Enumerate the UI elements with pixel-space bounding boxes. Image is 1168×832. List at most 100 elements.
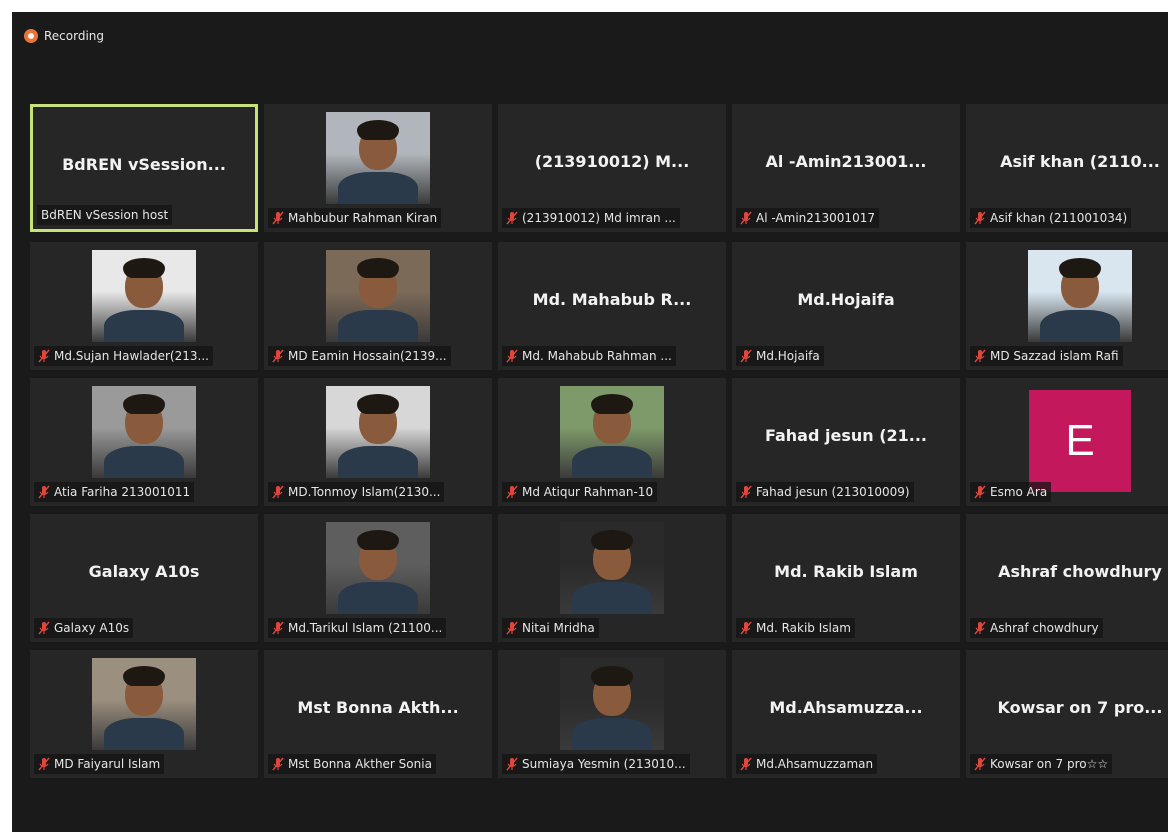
participant-name-caption: Atia Fariha 213001011 bbox=[34, 482, 195, 502]
muted-mic-icon bbox=[272, 485, 284, 499]
participant-name-caption: (213910012) Md imran ... bbox=[502, 208, 680, 228]
muted-mic-icon bbox=[974, 485, 986, 499]
participant-caption-text: MD.Tonmoy Islam(2130... bbox=[288, 485, 441, 499]
participant-tile[interactable]: BdREN vSession... BdREN vSession host bbox=[30, 104, 258, 232]
muted-mic-icon bbox=[974, 757, 986, 771]
participant-caption-text: Md.Tarikul Islam (21100... bbox=[288, 621, 443, 635]
participant-video bbox=[560, 658, 664, 750]
muted-mic-icon bbox=[272, 349, 284, 363]
participant-display-name: BdREN vSession... bbox=[62, 155, 226, 174]
muted-mic-icon bbox=[740, 757, 752, 771]
participant-display-name: Galaxy A10s bbox=[88, 562, 200, 581]
muted-mic-icon bbox=[272, 621, 284, 635]
muted-mic-icon bbox=[506, 757, 518, 771]
participant-body bbox=[572, 446, 652, 478]
participant-hair bbox=[591, 530, 633, 550]
muted-mic-icon bbox=[506, 485, 518, 499]
participant-body bbox=[338, 582, 418, 614]
participant-tile[interactable]: Nitai Mridha bbox=[498, 514, 726, 642]
participant-avatar: E bbox=[1029, 390, 1131, 492]
participant-tile[interactable]: MD Faiyarul Islam bbox=[30, 650, 258, 778]
participant-name-caption: MD Faiyarul Islam bbox=[34, 754, 165, 774]
participant-tile[interactable]: Md. Rakib Islam Md. Rakib Islam bbox=[732, 514, 960, 642]
participant-body bbox=[572, 718, 652, 750]
muted-mic-icon bbox=[974, 621, 986, 635]
participant-caption-text: Galaxy A10s bbox=[54, 621, 130, 635]
participant-hair bbox=[357, 394, 399, 414]
participant-hair bbox=[123, 394, 165, 414]
participant-tile[interactable]: Md Atiqur Rahman-10 bbox=[498, 378, 726, 506]
participant-hair bbox=[357, 530, 399, 550]
participant-tile[interactable]: MD Sazzad islam Rafi bbox=[966, 242, 1168, 370]
participant-hair bbox=[1059, 258, 1101, 278]
participant-video bbox=[326, 522, 430, 614]
participant-name-caption: Mst Bonna Akther Sonia bbox=[268, 754, 436, 774]
participant-tile[interactable]: E Esmo Ara bbox=[966, 378, 1168, 506]
muted-mic-icon bbox=[506, 349, 518, 363]
participant-caption-text: (213910012) Md imran ... bbox=[522, 211, 676, 225]
participant-tile[interactable]: Fahad jesun (21... Fahad jesun (213010009… bbox=[732, 378, 960, 506]
participant-video bbox=[1028, 250, 1132, 342]
participant-video bbox=[326, 112, 430, 204]
participant-hair bbox=[357, 120, 399, 140]
participant-caption-text: Kowsar on 7 pro☆☆ bbox=[990, 757, 1109, 771]
participant-tile[interactable]: Md.Ahsamuzza... Md.Ahsamuzzaman bbox=[732, 650, 960, 778]
participant-caption-text: Mst Bonna Akther Sonia bbox=[288, 757, 432, 771]
participant-tile[interactable]: (213910012) M... (213910012) Md imran ... bbox=[498, 104, 726, 232]
muted-mic-icon bbox=[38, 485, 50, 499]
participant-video bbox=[92, 250, 196, 342]
participant-name-caption: MD.Tonmoy Islam(2130... bbox=[268, 482, 445, 502]
participant-caption-text: BdREN vSession host bbox=[41, 208, 169, 222]
participant-hair bbox=[123, 258, 165, 278]
participant-video bbox=[326, 386, 430, 478]
participant-caption-text: MD Faiyarul Islam bbox=[54, 757, 161, 771]
participant-caption-text: Al -Amin213001017 bbox=[756, 211, 875, 225]
participant-tile[interactable]: Md. Mahabub R... Md. Mahabub Rahman ... bbox=[498, 242, 726, 370]
participant-name-caption: Fahad jesun (213010009) bbox=[736, 482, 914, 502]
participant-tile[interactable]: Kowsar on 7 pro... Kowsar on 7 pro☆☆ bbox=[966, 650, 1168, 778]
participant-display-name: Md. Mahabub R... bbox=[532, 290, 692, 309]
participant-display-name: Kowsar on 7 pro... bbox=[997, 698, 1163, 717]
participant-tile[interactable]: Mahbubur Rahman Kiran bbox=[264, 104, 492, 232]
participant-name-caption: Md. Rakib Islam bbox=[736, 618, 855, 638]
participant-caption-text: Md Atiqur Rahman-10 bbox=[522, 485, 654, 499]
participant-body bbox=[104, 718, 184, 750]
participant-tile[interactable]: Asif khan (2110... Asif khan (211001034) bbox=[966, 104, 1168, 232]
participant-video bbox=[560, 386, 664, 478]
participant-video bbox=[560, 522, 664, 614]
participant-name-caption: Md.Sujan Hawlader(213... bbox=[34, 346, 213, 366]
participant-tile[interactable]: Ashraf chowdhury Ashraf chowdhury bbox=[966, 514, 1168, 642]
participant-tile[interactable]: Mst Bonna Akth... Mst Bonna Akther Sonia bbox=[264, 650, 492, 778]
participant-display-name: Md.Hojaifa bbox=[797, 290, 895, 309]
participant-caption-text: Md.Ahsamuzzaman bbox=[756, 757, 874, 771]
participant-tile[interactable]: MD.Tonmoy Islam(2130... bbox=[264, 378, 492, 506]
participant-display-name: (213910012) M... bbox=[534, 152, 690, 171]
participant-body bbox=[572, 582, 652, 614]
participant-tile[interactable]: MD Eamin Hossain(2139... bbox=[264, 242, 492, 370]
participant-name-caption: Mahbubur Rahman Kiran bbox=[268, 208, 442, 228]
participant-tile[interactable]: Al -Amin213001... Al -Amin213001017 bbox=[732, 104, 960, 232]
participant-name-caption: Nitai Mridha bbox=[502, 618, 599, 638]
participant-tile[interactable]: Sumiaya Yesmin (213010... bbox=[498, 650, 726, 778]
participant-caption-text: Md. Mahabub Rahman ... bbox=[522, 349, 672, 363]
participant-caption-text: MD Eamin Hossain(2139... bbox=[288, 349, 447, 363]
participant-name-caption: Sumiaya Yesmin (213010... bbox=[502, 754, 690, 774]
participant-caption-text: Atia Fariha 213001011 bbox=[54, 485, 191, 499]
participant-tile[interactable]: Md.Tarikul Islam (21100... bbox=[264, 514, 492, 642]
participant-name-caption: Md.Ahsamuzzaman bbox=[736, 754, 878, 774]
participant-tile[interactable]: Md.Sujan Hawlader(213... bbox=[30, 242, 258, 370]
participant-body bbox=[1040, 310, 1120, 342]
muted-mic-icon bbox=[38, 349, 50, 363]
participant-name-caption: BdREN vSession host bbox=[37, 205, 173, 225]
participant-tile[interactable]: Galaxy A10s Galaxy A10s bbox=[30, 514, 258, 642]
muted-mic-icon bbox=[38, 757, 50, 771]
participant-display-name: Asif khan (2110... bbox=[1000, 152, 1160, 171]
participant-name-caption: MD Sazzad islam Rafi bbox=[970, 346, 1123, 366]
participant-video bbox=[92, 386, 196, 478]
participant-tile[interactable]: Md.Hojaifa Md.Hojaifa bbox=[732, 242, 960, 370]
participant-body bbox=[338, 172, 418, 204]
participant-tile[interactable]: Atia Fariha 213001011 bbox=[30, 378, 258, 506]
muted-mic-icon bbox=[740, 211, 752, 225]
participant-caption-text: Asif khan (211001034) bbox=[990, 211, 1128, 225]
participant-name-caption: Esmo Ara bbox=[970, 482, 1052, 502]
